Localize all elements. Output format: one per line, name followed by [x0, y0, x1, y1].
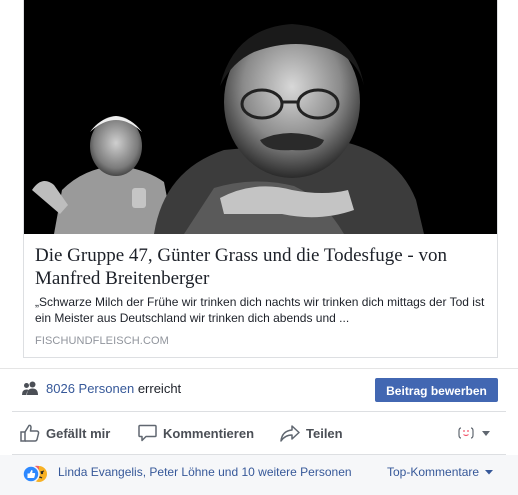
- link-preview-image[interactable]: [24, 0, 497, 234]
- link-description: „Schwarze Milch der Frühe wir trinken di…: [35, 295, 485, 325]
- share-label: Teilen: [306, 425, 343, 441]
- top-comments-label: Top-Kommentare: [387, 465, 480, 479]
- reactions-summary-row: Linda Evangelis, Peter Löhne und 10 weit…: [0, 455, 518, 495]
- link-preview[interactable]: Die Gruppe 47, Günter Grass und die Tode…: [23, 0, 498, 358]
- top-comments-sort[interactable]: Top-Kommentare: [387, 465, 494, 479]
- photo-of-two-elderly-men: [24, 0, 497, 234]
- reaction-picker[interactable]: [458, 425, 498, 441]
- promote-post-button[interactable]: Beitrag bewerben: [375, 378, 498, 402]
- people-icon: [22, 381, 38, 395]
- reach-count-link[interactable]: 8026 Personen: [46, 381, 134, 396]
- share-button[interactable]: Teilen: [280, 412, 343, 454]
- comment-label: Kommentieren: [163, 425, 255, 441]
- reach-text: 8026 Personen erreicht: [46, 381, 181, 396]
- link-title[interactable]: Die Gruppe 47, Günter Grass und die Tode…: [35, 244, 490, 290]
- reactions-summary[interactable]: Linda Evangelis, Peter Löhne und 10 weit…: [58, 465, 352, 479]
- like-button[interactable]: Gefällt mir: [20, 412, 110, 454]
- comment-button[interactable]: Kommentieren: [138, 412, 254, 454]
- post-actions: Gefällt mir Kommentieren Teilen: [12, 411, 506, 455]
- post-card: Die Gruppe 47, Günter Grass und die Tode…: [0, 0, 518, 495]
- reach-row: 8026 Personen erreicht Beitrag bewerben: [0, 368, 518, 411]
- chevron-down-icon: [482, 431, 490, 436]
- share-arrow-icon: [280, 424, 300, 442]
- thumbs-up-icon: [20, 424, 40, 442]
- reaction-icons[interactable]: [22, 465, 56, 483]
- like-label: Gefällt mir: [46, 425, 111, 441]
- chevron-down-icon: [485, 470, 494, 475]
- reach-suffix: erreicht: [137, 381, 182, 396]
- reaction-face-icon: [458, 427, 474, 439]
- link-domain: FISCHUNDFLEISCH.COM: [35, 335, 169, 347]
- comment-icon: [138, 424, 157, 442]
